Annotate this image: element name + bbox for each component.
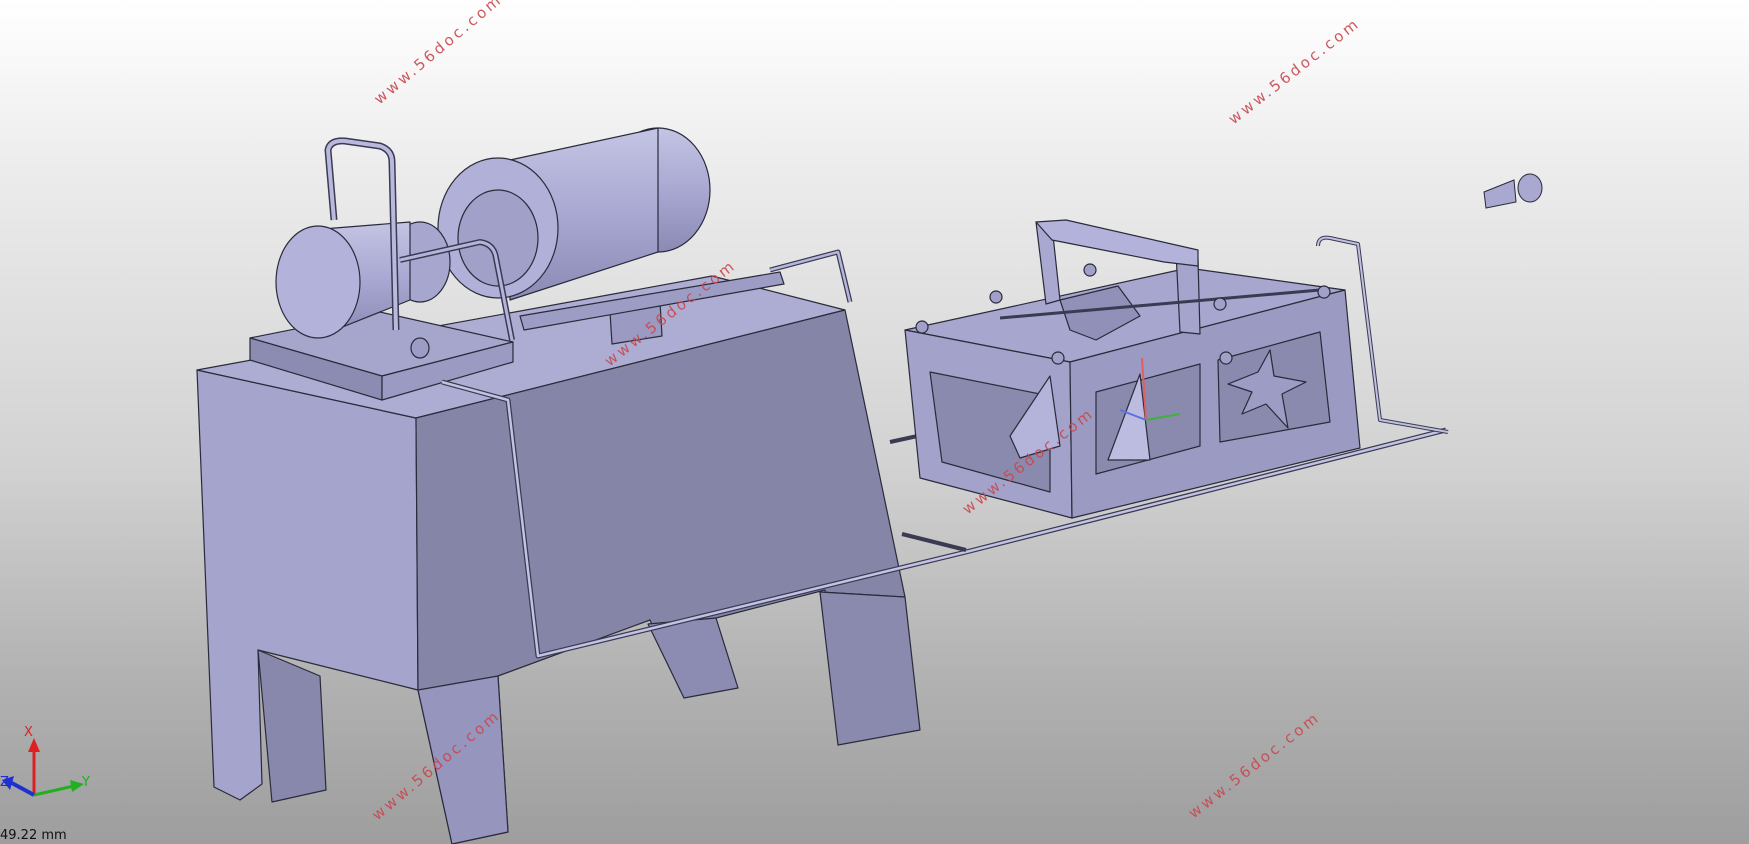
triad-z-axis (9, 780, 35, 797)
bolt (1219, 351, 1233, 365)
bolt (915, 320, 929, 334)
fixture-frame-assembly[interactable] (904, 219, 1449, 519)
pipe-end-cap (410, 337, 430, 359)
3d-viewport[interactable]: X Y Z (0, 0, 1749, 844)
tank-leg-back (647, 617, 739, 699)
gantry-top-beam (1035, 219, 1199, 267)
bolt (1317, 285, 1331, 299)
scale-readout: 49.22 mm (0, 828, 67, 843)
tank-leg-right (819, 591, 921, 746)
hydraulic-tank-assembly[interactable] (196, 127, 1447, 844)
triad-y-label: Y (81, 775, 90, 790)
spline-shaft-body (1483, 179, 1517, 209)
bolt (1213, 297, 1227, 311)
bolt (1083, 263, 1097, 277)
triad-z-label: Z (0, 775, 9, 790)
axis-triad: X Y Z (0, 725, 90, 797)
spline-shaft-part[interactable] (1483, 173, 1543, 209)
tank-leg-front-left (257, 649, 327, 803)
spline-shaft-end (1517, 173, 1543, 203)
triad-y-axis (33, 784, 75, 797)
pump-front-face (275, 225, 361, 339)
triad-x-arrowhead (28, 738, 40, 752)
bolt (1051, 351, 1065, 365)
triad-x-label: X (24, 725, 33, 740)
bolt (989, 290, 1003, 304)
